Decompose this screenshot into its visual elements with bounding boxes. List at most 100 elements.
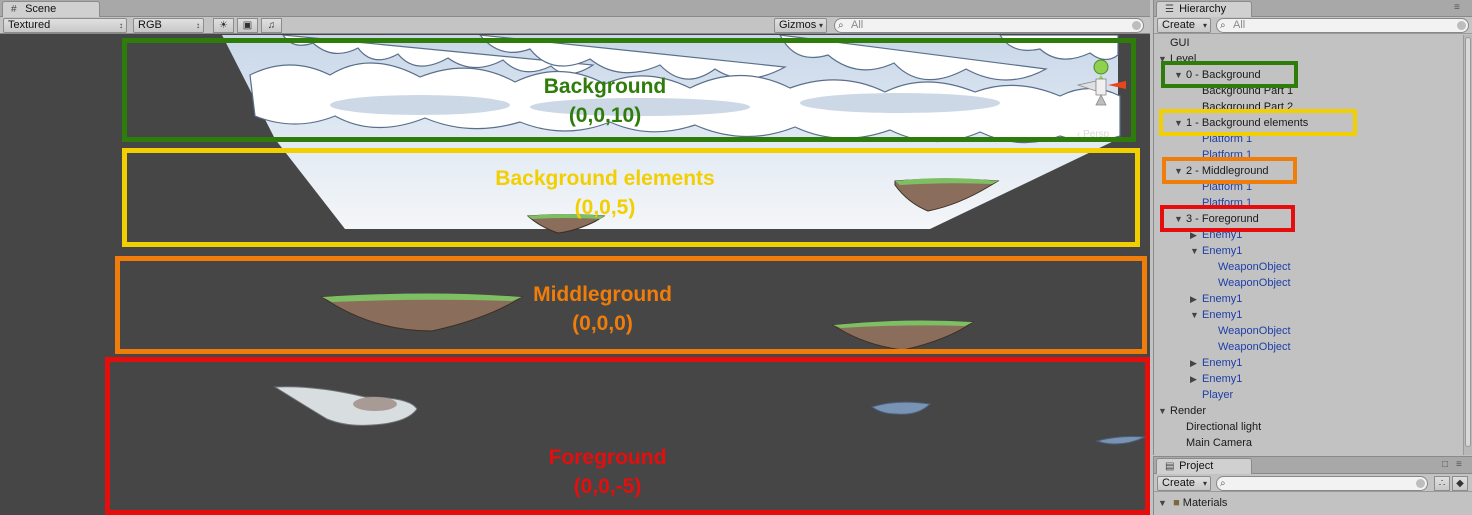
hierarchy-item-label: Render [1170,405,1207,417]
clear-search-icon[interactable] [1457,21,1466,30]
folder-icon: ■ [1173,497,1180,509]
tab-project[interactable]: ▤ Project [1156,458,1252,474]
collapse-arrow-icon[interactable]: ▼ [1190,243,1202,259]
dropdown-arrow-icon: ↕ [119,21,123,30]
color-mode-dropdown[interactable]: RGB ↕ [133,18,204,33]
dropdown-arrow-icon: ▾ [1202,479,1207,488]
image-icon: ▣ [242,20,253,31]
hierarchy-item[interactable]: WeaponObject [1206,323,1291,339]
render-mode-dropdown[interactable]: Textured ↕ [3,18,127,33]
hierarchy-item[interactable]: Main Camera [1174,435,1252,451]
expand-arrow-icon[interactable]: ▶ [1190,291,1202,307]
project-search-input[interactable]: ⌕ [1216,476,1428,491]
hierarchy-item[interactable]: ▼ Enemy1 [1190,243,1242,259]
scene-panel: # Scene Textured ↕ RGB ↕ ☀ ▣ ♫ Gizmos ▾ … [0,0,1150,515]
tab-hierarchy-label: Hierarchy [1179,3,1227,15]
layer-label-middleground: Middleground (0,0,0) [480,280,725,338]
project-panel: ▤ Project □ ≡ Create ▾ ⌕ ∴ ◆ ▼ ■ Materia… [1153,456,1472,515]
tab-hierarchy[interactable]: ☰ Hierarchy [1156,1,1252,17]
speaker-icon: ♫ [267,20,276,31]
layer-name: Foreground [548,446,667,469]
hierarchy-item[interactable]: Player [1190,387,1233,403]
hierarchy-scrollbar-thumb[interactable] [1465,37,1471,447]
filter-icon: ∴ [1438,478,1446,489]
layer-coords: (0,0,10) [568,104,642,127]
hierarchy-item[interactable]: ▶ Enemy1 [1190,371,1242,387]
grid-icon: # [11,4,17,15]
hierarchy-item[interactable]: GUI [1158,35,1190,51]
collapse-arrow-icon[interactable]: ▼ [1158,403,1170,419]
project-item-materials[interactable]: ▼ ■ Materials [1158,495,1227,511]
tab-scene[interactable]: # Scene [2,1,100,17]
hierarchy-create-dropdown[interactable]: Create ▾ [1157,18,1211,33]
list-icon: ☰ [1165,4,1174,15]
layer-label-foreground: Foreground (0,0,-5) [485,443,730,501]
hierarchy-item[interactable]: ▶ Enemy1 [1190,291,1242,307]
highlight-background [1161,61,1298,88]
layer-coords: (0,0,5) [574,196,636,219]
hierarchy-item[interactable]: Directional light [1174,419,1261,435]
hierarchy-item[interactable]: ▼ Render [1158,403,1206,419]
hierarchy-item[interactable]: WeaponObject [1206,275,1291,291]
hierarchy-scrollbar[interactable] [1463,35,1472,455]
expand-arrow-icon[interactable]: ▶ [1190,371,1202,387]
hierarchy-item-label: Enemy1 [1202,293,1243,305]
hierarchy-item-label: WeaponObject [1218,325,1291,337]
hierarchy-tree: GUI ▼ Level ▼ 0 - Background Background Part … [1154,35,1464,455]
layer-name: Background elements [495,167,715,190]
lighting-toggle-button[interactable]: ☀ [213,18,234,33]
filter-type-button[interactable]: ∴ [1434,476,1450,491]
audio-toggle-button[interactable]: ♫ [261,18,282,33]
color-mode-value: RGB [138,19,162,31]
hierarchy-item-label: WeaponObject [1218,277,1291,289]
hierarchy-toolbar: Create ▾ ⌕ All [1154,17,1472,34]
panel-menu-icon[interactable]: ≡ [1456,459,1462,470]
hierarchy-item-label: WeaponObject [1218,341,1291,353]
hierarchy-item-label: Enemy1 [1202,373,1243,385]
scene-viewport[interactable]: ‹ Persp Background (0,0,10) Background e… [0,35,1150,515]
layer-coords: (0,0,-5) [573,475,642,498]
hierarchy-search-input[interactable]: ⌕ All [1216,18,1469,33]
search-icon: ⌕ [838,20,844,31]
hierarchy-item[interactable]: WeaponObject [1206,339,1291,355]
layer-name: Middleground [533,283,672,306]
lock-icon[interactable]: □ [1442,459,1448,470]
hierarchy-item-label: Enemy1 [1202,357,1243,369]
tag-icon: ◆ [1456,478,1464,489]
clear-search-icon[interactable] [1416,479,1425,488]
hierarchy-item-label: Enemy1 [1202,245,1243,257]
hierarchy-item-label: Player [1202,389,1234,401]
hierarchy-item[interactable]: ▶ Enemy1 [1190,355,1242,371]
scene-search-input[interactable]: ⌕ All [834,18,1144,33]
hierarchy-search-placeholder: All [1233,19,1246,31]
layer-label-background-elements: Background elements (0,0,5) [455,164,755,222]
gizmos-dropdown[interactable]: Gizmos ▾ [774,18,827,33]
hierarchy-item[interactable]: WeaponObject [1206,259,1291,275]
clear-search-icon[interactable] [1132,21,1141,30]
hierarchy-item-label: Enemy1 [1202,309,1243,321]
hierarchy-item-label: WeaponObject [1218,261,1291,273]
hierarchy-item[interactable]: ▼ Enemy1 [1190,307,1242,323]
project-item-label: Materials [1182,497,1228,509]
layer-coords: (0,0,0) [572,312,633,335]
hierarchy-item-label: GUI [1170,37,1190,49]
gizmos-label: Gizmos [779,19,817,31]
hierarchy-panel: ☰ Hierarchy ≡ Create ▾ ⌕ All GUI ▼ Level ▼ 0… [1153,0,1472,455]
collapse-arrow-icon[interactable]: ▼ [1190,307,1202,323]
expand-arrow-icon: ▼ [1158,498,1167,508]
hierarchy-tabbar: ☰ Hierarchy ≡ [1154,0,1472,17]
highlight-middleground [1162,157,1297,184]
sun-icon: ☀ [219,20,228,31]
hierarchy-item-label: Directional light [1186,421,1262,433]
project-create-dropdown[interactable]: Create ▾ [1157,476,1211,491]
panel-menu-icon[interactable]: ≡ [1454,2,1460,13]
scene-toolbar: Textured ↕ RGB ↕ ☀ ▣ ♫ Gizmos ▾ ⌕ All [0,17,1150,34]
filter-label-button[interactable]: ◆ [1452,476,1468,491]
search-icon: ⌕ [1220,20,1226,31]
project-create-label: Create [1162,477,1196,489]
highlight-background-elements [1159,109,1357,136]
hierarchy-item-label: Main Camera [1186,437,1253,449]
expand-arrow-icon[interactable]: ▶ [1190,355,1202,371]
project-toolbar: Create ▾ ⌕ ∴ ◆ [1154,475,1472,492]
scene-image-toggle-button[interactable]: ▣ [237,18,258,33]
